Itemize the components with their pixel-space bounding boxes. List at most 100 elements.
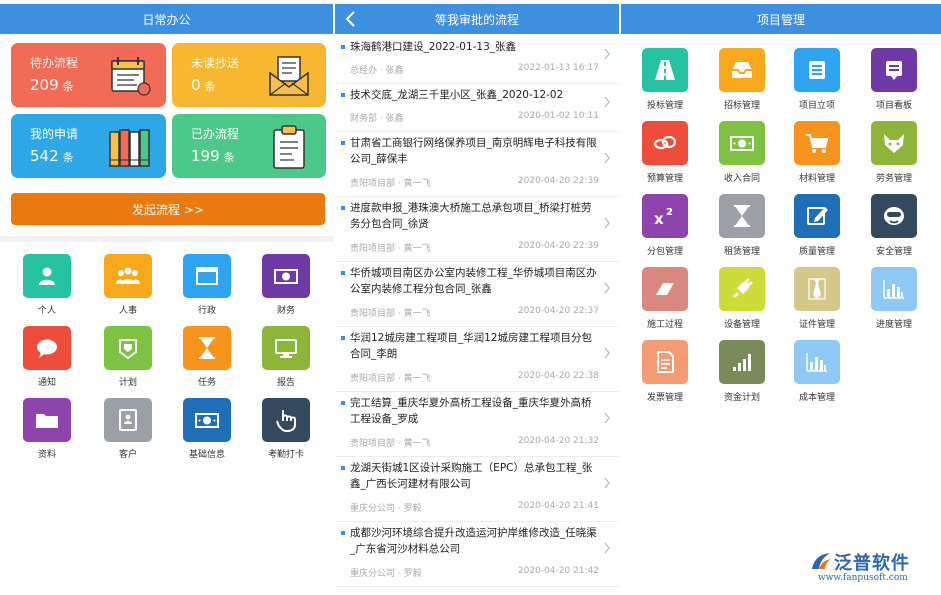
daily-grid-tile: [104, 398, 152, 442]
project-grid-item[interactable]: 设备管理: [712, 267, 772, 330]
approval-item[interactable]: 甘肃省工商银行网络保养项目_南京明辉电子科技有限公司_薛保丰贵阳项目部 · 黄一…: [335, 132, 619, 197]
fanpu-logo: 泛普软件 www.fanpusoft.com: [808, 549, 933, 587]
project-grid-item[interactable]: 证件管理: [787, 267, 847, 330]
mask-icon: [884, 207, 904, 225]
project-grid-item[interactable]: 发票管理: [635, 340, 695, 403]
project-grid-label: 租赁管理: [723, 247, 760, 257]
bullet-marker: [341, 141, 345, 145]
approval-meta: 重庆分公司 · 罗毅: [350, 569, 422, 579]
tie-icon: [808, 278, 826, 300]
project-grid-item[interactable]: 租赁管理: [712, 194, 772, 257]
daily-grid-item[interactable]: 资料: [11, 398, 83, 460]
project-grid-label: 材料管理: [798, 174, 835, 184]
daily-grid-item[interactable]: 任务: [171, 326, 243, 388]
eraser-icon: [656, 283, 674, 295]
my-applications-card[interactable]: 我的申请 542 条: [11, 114, 166, 178]
daily-grid-item[interactable]: 个人: [11, 254, 83, 316]
back-arrow-icon[interactable]: [343, 10, 357, 28]
project-grid-item[interactable]: 成本管理: [787, 340, 847, 403]
project-grid-item[interactable]: 项目看板: [864, 48, 924, 111]
project-grid-item[interactable]: 投标管理: [635, 48, 695, 111]
project-grid-item[interactable]: 施工过程: [635, 267, 695, 330]
approval-item[interactable]: 技术交底_龙湖三千里小区_张鑫_2020-12-02 财务部 · 张鑫 2020-0…: [335, 84, 619, 132]
daily-grid-label: 客户: [118, 450, 137, 460]
project-grid-label: 分包管理: [646, 247, 683, 257]
project-grid-item[interactable]: 安全管理: [864, 194, 924, 257]
people-icon: [116, 267, 140, 284]
banknote-icon: [195, 413, 219, 428]
folder-icon: [36, 414, 58, 428]
approval-item[interactable]: 珠海鹤港口建设_2022-01-13_张鑫 总经办 · 张鑫 2022-01-13 …: [335, 36, 619, 84]
chevron-right-icon: [604, 152, 610, 164]
start-flow-button[interactable]: 发起流程 >>: [11, 193, 325, 225]
superscript-icon: x2: [654, 207, 673, 228]
project-grid-item[interactable]: 劳务管理: [864, 121, 924, 184]
daily-grid-label: 人事: [118, 306, 137, 316]
approval-title: 甘肃省工商银行网络保养项目_南京明辉电子科技有限公司_薛保丰: [350, 137, 597, 165]
approval-item[interactable]: 进度款申报_港珠澳大桥施工总承包项目_桥梁打桩劳务分包合同_徐贤 贵阳项目部 · …: [335, 197, 619, 262]
card-unit: 条: [62, 151, 74, 164]
daily-grid-item[interactable]: 考勤打卡: [250, 398, 322, 460]
binders-icon: [109, 129, 150, 167]
approval-meta: 贵阳项目部 · 黄一飞: [350, 179, 431, 189]
approval-meta: 贵阳项目部 · 黄一飞: [350, 244, 431, 254]
bullet-marker: [341, 531, 345, 535]
approval-item[interactable]: 完工结算_重庆华夏外高桥工程设备_重庆华夏外高桥工程设备_罗成 贵阳项目部 · 黄…: [335, 392, 619, 457]
card-unit: 条: [204, 80, 216, 93]
approval-item[interactable]: 华侨城项目南区办公室内装修工程_华侨城项目南区办公室内装修工程分包合同_张鑫 贵阳…: [335, 262, 619, 327]
daily-grid-item[interactable]: 计划: [92, 326, 164, 388]
project-grid-label: 项目看板: [875, 101, 912, 111]
list-icon: [809, 61, 825, 79]
svg-text:2: 2: [666, 207, 673, 218]
pending-approvals-panel: 等我审批的流程 珠海鹤港口建设_2022-01-13_张鑫 总经办 · 张鑫 202…: [335, 0, 619, 595]
approval-date: 2020-04-20 22:39: [517, 176, 599, 186]
daily-grid-item[interactable]: 财务: [250, 254, 322, 316]
document-icon: [657, 351, 674, 373]
approval-meta: 贵阳项目部 · 黄一飞: [350, 439, 431, 449]
approval-item[interactable]: 华润12城房建工程项目_华润12城房建工程项目分包合同_李朗 贵阳项目部 · 黄一…: [335, 327, 619, 392]
daily-grid-item[interactable]: 报告: [250, 326, 322, 388]
daily-grid-label: 资料: [37, 450, 56, 460]
daily-grid-item[interactable]: 人事: [92, 254, 164, 316]
project-grid-item[interactable]: x 2 分包管理: [635, 194, 695, 257]
chevron-right-icon: [604, 477, 610, 489]
card-unit: 条: [223, 151, 235, 164]
project-grid-item[interactable]: 预算管理: [635, 121, 695, 184]
approval-meta: 财务部 · 张鑫: [350, 114, 404, 124]
project-grid-item[interactable]: 质量管理: [787, 194, 847, 257]
plug-icon: [732, 278, 753, 299]
project-grid-item[interactable]: 资金计划: [712, 340, 772, 403]
todo-flow-card[interactable]: 待办流程 209 条: [11, 43, 166, 107]
daily-grid-item[interactable]: 行政: [171, 254, 243, 316]
project-grid-label: 发票管理: [646, 393, 683, 403]
daily-grid-item[interactable]: 通知: [11, 326, 83, 388]
banknote-icon: [730, 136, 754, 151]
chat-icon: [37, 339, 57, 358]
unread-cc-card[interactable]: 未读抄送 0条: [172, 43, 326, 107]
project-grid-item[interactable]: 项目立项: [787, 48, 847, 111]
daily-grid-label: 任务: [197, 378, 216, 388]
project-grid-item[interactable]: 进度管理: [864, 267, 924, 330]
project-grid-item[interactable]: 材料管理: [787, 121, 847, 184]
done-flow-card[interactable]: 已办流程 199 条: [172, 114, 326, 178]
project-grid-item[interactable]: 招标管理: [712, 48, 772, 111]
daily-grid-item[interactable]: 客户: [92, 398, 164, 460]
project-grid-tile: x2: [642, 194, 688, 238]
fanpu-logo-mark-icon: [812, 553, 831, 569]
card-count: 0: [191, 76, 201, 94]
chevron-right-icon: [604, 347, 610, 359]
approval-date: 2022-01-13 16:17: [517, 63, 599, 73]
approval-meta: 重庆分公司 · 罗毅: [350, 504, 422, 514]
project-grid-item[interactable]: 收入合同: [712, 121, 772, 184]
daily-grid-tile: [183, 398, 231, 442]
inbox-icon: [732, 62, 752, 78]
chevron-right-icon: [604, 542, 610, 554]
board-icon: [886, 61, 902, 80]
card-count: 209: [30, 76, 59, 94]
daily-grid-item[interactable]: 基础信息: [171, 398, 243, 460]
approval-item[interactable]: 龙湖天街城1区设计采购施工（EPC）总承包工程_张鑫_广西长河建材有限公司 重庆分…: [335, 457, 619, 522]
approval-item[interactable]: 成都沙河环境综合提升改造运河护岸维修改造_任晓渠_广东省河沙材料总公司 重庆分公司…: [335, 522, 619, 587]
project-grid-tile: [642, 121, 688, 165]
project-grid-tile: [719, 121, 765, 165]
project-grid-label: 收入合同: [723, 174, 760, 184]
